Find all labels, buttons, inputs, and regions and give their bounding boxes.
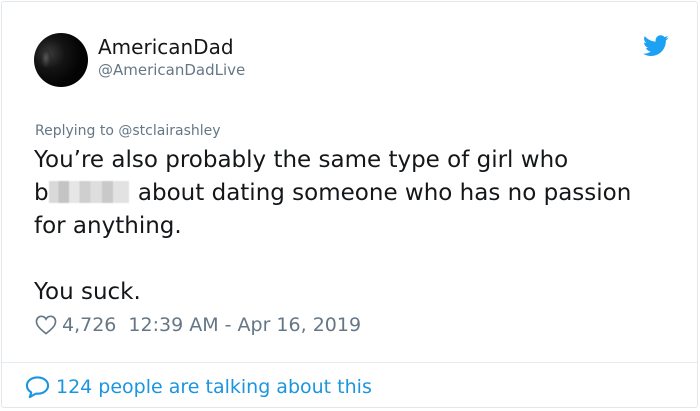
heart-icon[interactable] xyxy=(35,315,57,335)
avatar-glint xyxy=(41,49,51,67)
twitter-bird-icon[interactable] xyxy=(643,35,669,57)
tweet-line: b about dating someone who has no passio… xyxy=(34,177,674,210)
talking-about-text[interactable]: 124 people are talking about this xyxy=(56,376,372,398)
tweet-meta: 4,726 12:39 AM - Apr 16, 2019 xyxy=(35,313,361,337)
speech-bubble-icon xyxy=(25,376,50,399)
tweet-line: for anything. xyxy=(34,213,182,239)
tweet-line: You suck. xyxy=(34,279,141,305)
talking-about-link[interactable]: 124 people are talking about this xyxy=(25,375,372,399)
like-count[interactable]: 4,726 xyxy=(62,314,116,336)
display-name[interactable]: AmericanDad xyxy=(98,35,234,59)
tweet-card[interactable]: AmericanDad @AmericanDadLive Replying to… xyxy=(1,1,698,408)
censored-word-blur xyxy=(48,180,129,203)
user-handle[interactable]: @AmericanDadLive xyxy=(98,60,245,80)
tweet-line: You’re also probably the same type of gi… xyxy=(34,147,569,173)
footer-divider xyxy=(2,362,697,363)
tweet-fragment: b xyxy=(34,180,49,206)
replying-to: Replying to @stclairashley xyxy=(35,122,221,140)
tweet-fragment: about dating someone who has no passion xyxy=(130,180,632,206)
avatar[interactable] xyxy=(34,33,88,87)
tweet-text: You’re also probably the same type of gi… xyxy=(34,144,674,309)
reply-mention-link[interactable]: @stclairashley xyxy=(118,123,220,139)
replying-prefix: Replying to xyxy=(35,123,114,139)
timestamp[interactable]: 12:39 AM - Apr 16, 2019 xyxy=(128,314,361,336)
